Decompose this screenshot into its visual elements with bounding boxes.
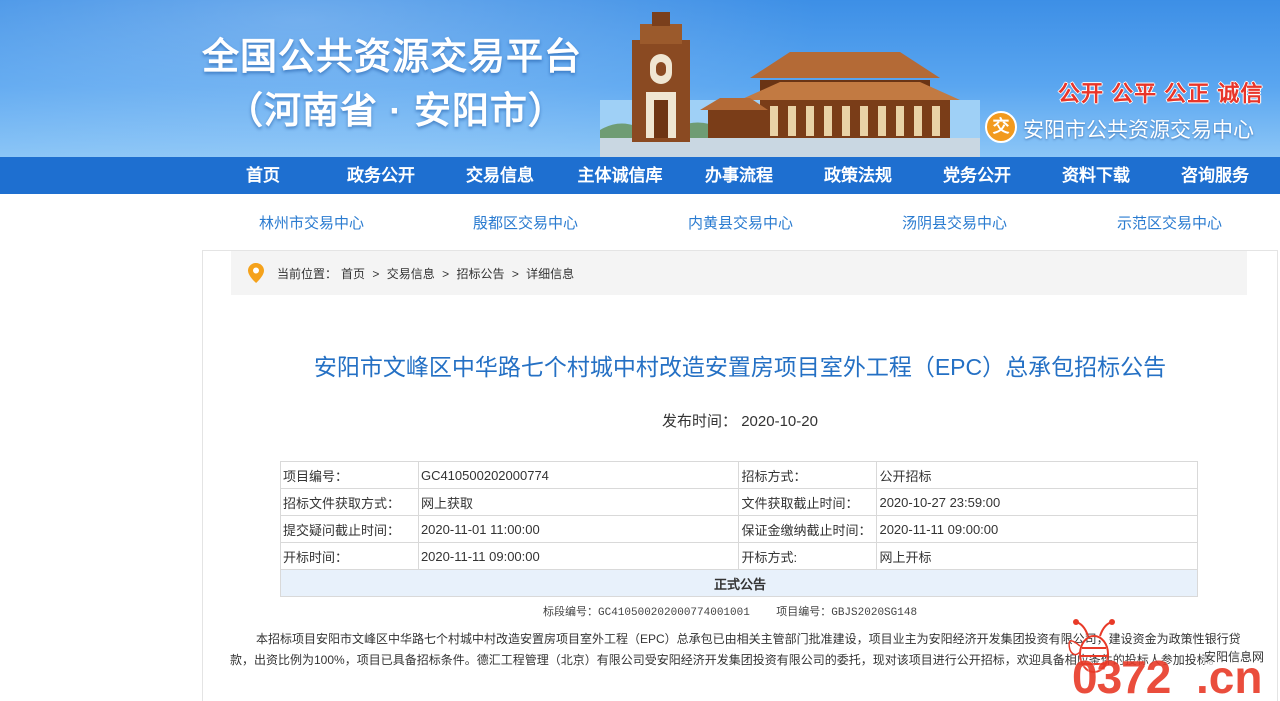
subnav-item-linzhou[interactable]: 林州市交易中心 (259, 212, 364, 233)
watermark-number: 0372 (1072, 651, 1171, 701)
info-value: GC410500202000774 (417, 461, 740, 489)
breadcrumb-detail: 详细信息 (526, 267, 575, 281)
section-meta: 标段编号：GC410500202000774001001 项目编号：GBJS20… (543, 603, 917, 619)
breadcrumb-separator: > (372, 267, 380, 281)
info-label: 保证金缴纳截止时间： (738, 515, 878, 543)
breadcrumb-prefix: 当前位置： (277, 267, 338, 281)
breadcrumb-separator: > (511, 267, 519, 281)
info-label: 开标方式: (738, 542, 878, 570)
info-value: 网上获取 (417, 488, 740, 516)
info-label: 招标文件获取方式： (280, 488, 419, 516)
slogan: 公开 公平 公正 诚信 (1058, 81, 1264, 106)
breadcrumb-home[interactable]: 首页 (341, 267, 365, 281)
table-row: 开标时间： 2020-11-11 09:00:00 开标方式: 网上开标 (280, 542, 1198, 570)
breadcrumb: 当前位置： 首页 > 交易信息 > 招标公告 > 详细信息 (231, 251, 1247, 295)
nav-item-trade-info[interactable]: 交易信息 (445, 157, 555, 194)
table-row: 招标文件获取方式： 网上获取 文件获取截止时间： 2020-10-27 23:5… (280, 488, 1198, 516)
subnav-item-yindu[interactable]: 殷都区交易中心 (473, 212, 578, 233)
table-row: 项目编号： GC410500202000774 招标方式： 公开招标 (280, 461, 1198, 489)
location-pin-icon (248, 263, 264, 283)
main-nav: 首页 政务公开 交易信息 主体诚信库 办事流程 政策法规 党务公开 资料下载 咨… (0, 157, 1280, 194)
center-name: 安阳市公共资源交易中心 (1023, 119, 1254, 142)
info-value: 公开招标 (876, 461, 1198, 489)
project-info-table: 项目编号： GC410500202000774 招标方式： 公开招标 招标文件获… (280, 461, 1198, 597)
info-value: 2020-11-11 09:00:00 (876, 515, 1198, 543)
section-no: GC410500202000774001001 (598, 607, 750, 619)
publish-date: 2020-10-20 (741, 413, 818, 430)
subnav-item-neihuang[interactable]: 内黄县交易中心 (688, 212, 793, 233)
table-row: 正式公告 (280, 569, 1198, 597)
info-label: 文件获取截止时间： (738, 488, 878, 516)
publish-time: 发布时间： 2020-10-20 (240, 410, 1240, 431)
site-banner: 全国公共资源交易平台 （河南省 · 安阳市） 公开 公平 公正 诚信 交 安阳市… (0, 0, 1280, 157)
nav-item-party-affairs[interactable]: 党务公开 (922, 157, 1032, 194)
project-no-label: 项目编号： (776, 606, 832, 618)
info-label: 开标时间： (280, 542, 419, 570)
breadcrumb-tender-notice[interactable]: 招标公告 (456, 267, 504, 281)
platform-title: 全国公共资源交易平台 (202, 36, 582, 77)
watermark-site-name: 安阳信息网 (1204, 648, 1265, 665)
project-no: GBJS2020SG148 (831, 607, 918, 619)
nav-item-home[interactable]: 首页 (208, 157, 318, 194)
article-title: 安阳市文峰区中华路七个村城中村改造安置房项目室外工程（EPC）总承包招标公告 (313, 354, 1167, 380)
center-logo-icon: 交 (985, 111, 1017, 143)
info-value: 网上开标 (876, 542, 1198, 570)
nav-item-policy[interactable]: 政策法规 (803, 157, 913, 194)
info-label: 提交疑问截止时间： (280, 515, 419, 543)
building-illustration (600, 12, 980, 157)
publish-label: 发布时间： (662, 413, 738, 430)
subnav-item-demo-zone[interactable]: 示范区交易中心 (1117, 212, 1222, 233)
breadcrumb-separator: > (442, 267, 450, 281)
nav-item-credit-db[interactable]: 主体诚信库 (565, 157, 675, 194)
info-value: 2020-10-27 23:59:00 (876, 488, 1198, 516)
nav-item-consulting[interactable]: 咨询服务 (1160, 157, 1270, 194)
table-row: 提交疑问截止时间： 2020-11-01 11:00:00 保证金缴纳截止时间：… (280, 515, 1198, 543)
nav-item-process[interactable]: 办事流程 (684, 157, 794, 194)
info-value: 2020-11-11 09:00:00 (417, 542, 740, 570)
info-value: 2020-11-01 11:00:00 (417, 515, 740, 543)
platform-region: （河南省 · 安阳市） (226, 90, 566, 131)
nav-item-gov-affairs[interactable]: 政务公开 (326, 157, 436, 194)
nav-item-downloads[interactable]: 资料下载 (1041, 157, 1151, 194)
breadcrumb-trade-info[interactable]: 交易信息 (387, 267, 435, 281)
subnav-item-tangyin[interactable]: 汤阴县交易中心 (902, 212, 1007, 233)
section-no-label: 标段编号： (543, 606, 598, 618)
site-watermark: 0372 .cn 安阳信息网 (1058, 612, 1280, 701)
official-notice-header: 正式公告 (280, 569, 1198, 597)
info-label: 项目编号： (280, 461, 419, 489)
info-label: 招标方式： (738, 461, 878, 489)
